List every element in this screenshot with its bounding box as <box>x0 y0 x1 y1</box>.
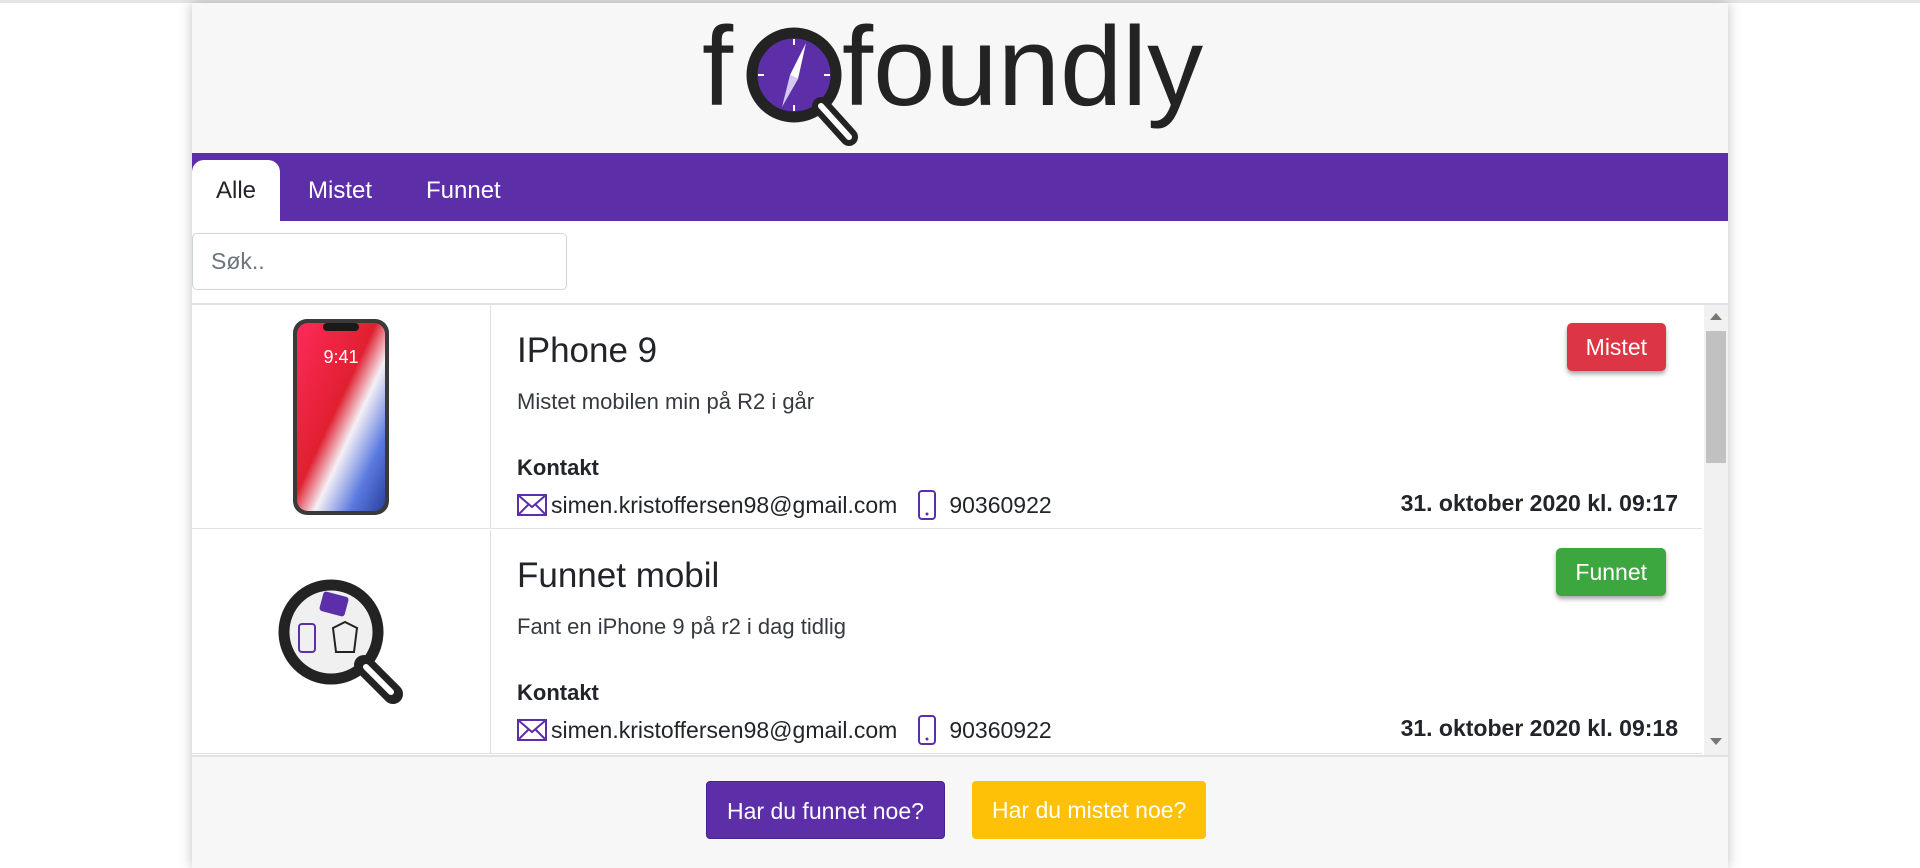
item-description: Mistet mobilen min på R2 i går <box>517 389 815 414</box>
contact-heading: Kontakt <box>517 680 599 705</box>
scroll-thumb[interactable] <box>1706 331 1726 463</box>
contact-row: simen.kristoffersen98@gmail.com 90360922 <box>517 715 1052 745</box>
list-item[interactable]: 9:41 IPhone 9 Mistet Mistet mobilen min … <box>192 305 1702 529</box>
list-scrollbar[interactable] <box>1704 305 1728 755</box>
item-image-cell: 9:41 <box>192 305 491 529</box>
contact-phone[interactable]: 90360922 <box>949 492 1051 519</box>
item-date: 31. oktober 2020 kl. 09:17 <box>1400 490 1678 516</box>
report-found-button[interactable]: Har du funnet noe? <box>706 781 945 839</box>
item-date: 31. oktober 2020 kl. 09:18 <box>1400 715 1678 741</box>
svg-text:9:41: 9:41 <box>323 347 358 367</box>
contact-email[interactable]: simen.kristoffersen98@gmail.com <box>551 717 897 744</box>
phone-icon <box>918 715 937 745</box>
list-item[interactable]: Funnet mobil Funnet Fant en iPhone 9 på … <box>192 530 1702 754</box>
magnifier-placeholder-icon <box>278 579 403 704</box>
tab-alle[interactable]: Alle <box>192 160 281 221</box>
item-image-cell <box>192 530 491 754</box>
item-title: Funnet mobil <box>517 556 720 595</box>
mail-icon <box>517 719 547 741</box>
contact-row: simen.kristoffersen98@gmail.com 90360922 <box>517 490 1052 520</box>
search-bar <box>192 221 1728 305</box>
header: f foundly <box>192 3 1728 153</box>
contact-email[interactable]: simen.kristoffersen98@gmail.com <box>551 492 897 519</box>
phone-icon <box>918 490 937 520</box>
item-title: IPhone 9 <box>517 331 658 370</box>
tab-mistet[interactable]: Mistet <box>284 160 396 221</box>
contact-phone[interactable]: 90360922 <box>949 717 1051 744</box>
item-description: Fant en iPhone 9 på r2 i dag tidlig <box>517 614 847 639</box>
mail-icon <box>517 494 547 516</box>
status-badge-funnet[interactable]: Funnet <box>1556 548 1666 596</box>
category-nav: Alle Mistet Funnet <box>192 153 1728 221</box>
footer: Har du funnet noe? Har du mistet noe? <box>192 755 1728 868</box>
status-badge-mistet[interactable]: Mistet <box>1566 323 1666 371</box>
scroll-down-arrow-icon[interactable] <box>1710 738 1722 745</box>
app-container: f foundly Alle Mistet Funnet Søk.. 9:41 … <box>192 3 1728 868</box>
tab-funnet[interactable]: Funnet <box>402 160 525 221</box>
svg-text:foundly: foundly <box>842 13 1203 129</box>
search-input[interactable] <box>192 233 567 290</box>
iphone-image: 9:41 <box>293 319 389 515</box>
scroll-up-arrow-icon[interactable] <box>1710 313 1722 320</box>
foundly-logo: f foundly <box>702 13 1203 146</box>
report-lost-button[interactable]: Har du mistet noe? <box>972 781 1207 839</box>
contact-heading: Kontakt <box>517 455 599 480</box>
svg-text:f: f <box>702 13 734 129</box>
item-list[interactable]: 9:41 IPhone 9 Mistet Mistet mobilen min … <box>192 305 1728 755</box>
